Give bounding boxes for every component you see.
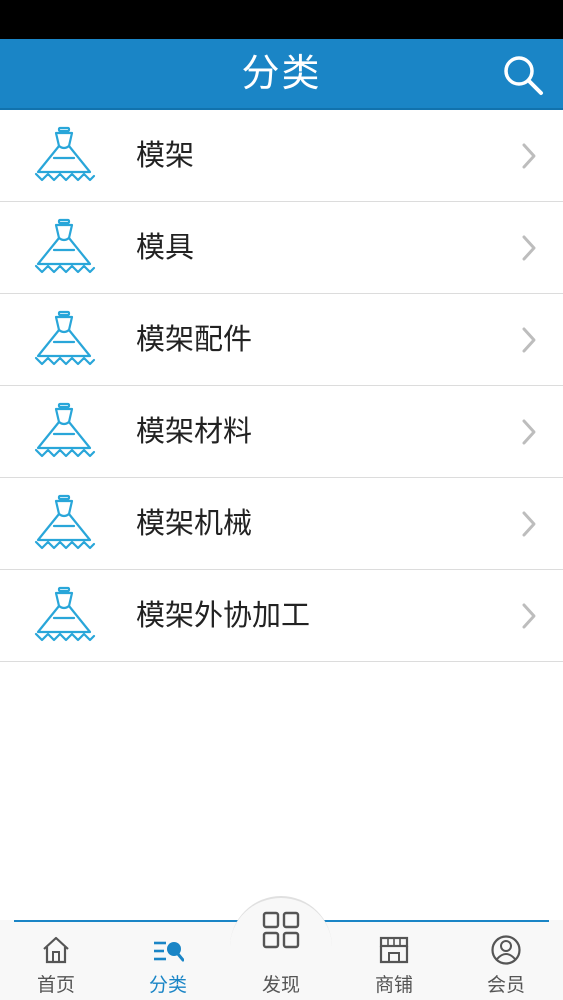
search-button[interactable] — [501, 53, 545, 97]
bottom-tab-bar: 首页 分类 发现 商铺 会员 — [0, 896, 563, 1000]
category-item[interactable]: 模架外协加工 — [0, 570, 563, 662]
category-label: 模架机械 — [136, 506, 253, 540]
chevron-right-icon — [522, 603, 536, 629]
page-title: 分类 — [241, 51, 322, 95]
dress-icon — [34, 310, 96, 366]
category-item[interactable]: 模架机械 — [0, 478, 563, 570]
tab-home[interactable]: 首页 — [8, 920, 104, 1000]
category-item[interactable]: 模架 — [0, 110, 563, 202]
search-icon — [504, 56, 543, 95]
tab-label: 商铺 — [374, 974, 413, 996]
dress-icon — [34, 494, 96, 550]
category-label: 模架材料 — [136, 414, 253, 448]
dress-icon — [34, 126, 96, 182]
category-label: 模具 — [136, 230, 195, 264]
category-label: 模架配件 — [136, 322, 253, 356]
category-item[interactable]: 模架材料 — [0, 386, 563, 478]
category-item[interactable]: 模架配件 — [0, 294, 563, 386]
store-icon — [379, 936, 409, 964]
category-list: 模架 模具 模架配件 模架材料 模架机械 模架外协加工 — [0, 110, 563, 662]
dress-icon — [34, 218, 96, 274]
tab-member[interactable]: 会员 — [458, 920, 554, 1000]
status-bar — [0, 0, 563, 39]
tab-label: 分类 — [148, 974, 187, 996]
app-header: 分类 — [0, 39, 563, 110]
category-label: 模架 — [136, 138, 195, 172]
tab-category[interactable]: 分类 — [120, 920, 216, 1000]
chevron-right-icon — [522, 235, 536, 261]
grid-icon — [262, 911, 300, 949]
tab-label: 发现 — [261, 974, 300, 996]
dress-icon — [34, 586, 96, 642]
category-label: 模架外协加工 — [136, 598, 311, 632]
tab-discover[interactable]: 发现 — [233, 911, 329, 1000]
tab-store[interactable]: 商铺 — [346, 920, 442, 1000]
category-item[interactable]: 模具 — [0, 202, 563, 294]
tab-label: 首页 — [36, 974, 75, 996]
chevron-right-icon — [522, 511, 536, 537]
chevron-right-icon — [522, 143, 536, 169]
chevron-right-icon — [522, 419, 536, 445]
dress-icon — [34, 402, 96, 458]
user-icon — [491, 935, 521, 965]
chevron-right-icon — [522, 327, 536, 353]
tab-label: 会员 — [486, 974, 525, 996]
home-icon — [43, 936, 69, 964]
category-icon — [154, 941, 184, 962]
